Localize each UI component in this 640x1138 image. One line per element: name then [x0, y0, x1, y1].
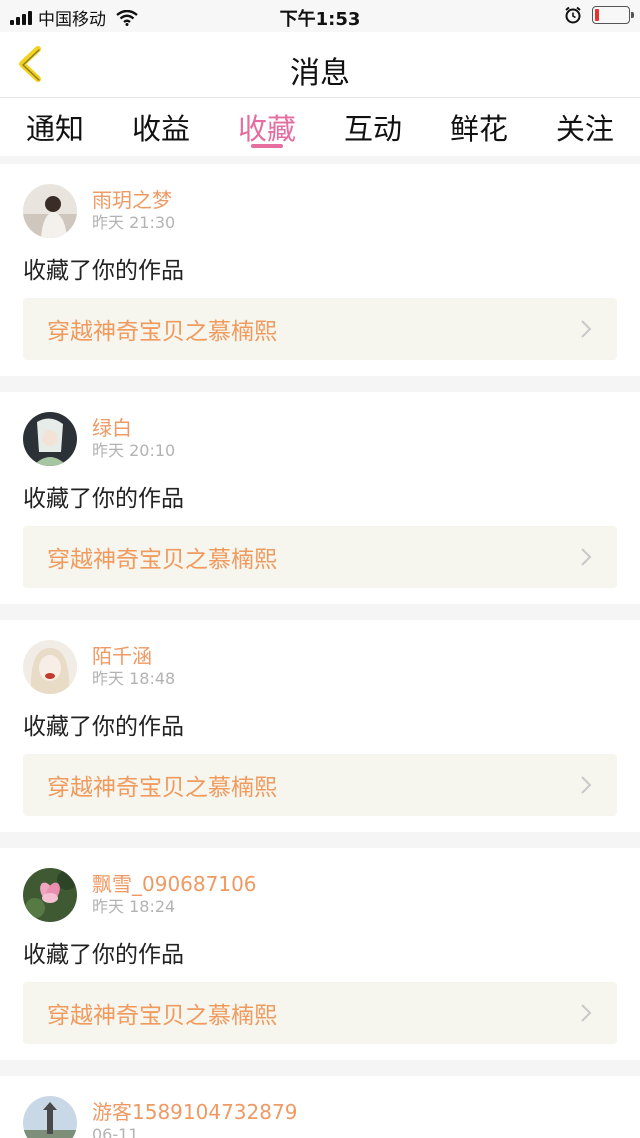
list-item: 飘雪_090687106 昨天 18:24 收藏了你的作品 穿越神奇宝贝之慕楠熙	[0, 848, 640, 1060]
tab-flowers[interactable]: 鲜花	[450, 98, 508, 156]
username[interactable]: 绿白	[92, 416, 175, 440]
username[interactable]: 雨玥之梦	[92, 188, 175, 212]
alarm-icon	[565, 6, 581, 24]
action-text: 收藏了你的作品	[23, 258, 184, 284]
chevron-right-icon	[581, 1004, 592, 1022]
battery-icon	[592, 6, 634, 24]
avatar[interactable]	[23, 868, 77, 922]
list-item: 游客1589104732879 06-11	[0, 1076, 640, 1138]
list-item: 雨玥之梦 昨天 21:30 收藏了你的作品 穿越神奇宝贝之慕楠熙	[0, 164, 640, 376]
chevron-right-icon	[581, 776, 592, 794]
work-link[interactable]: 穿越神奇宝贝之慕楠熙	[23, 298, 617, 360]
work-title: 穿越神奇宝贝之慕楠熙	[47, 547, 277, 573]
avatar[interactable]	[23, 412, 77, 466]
action-text: 收藏了你的作品	[23, 714, 184, 740]
chevron-right-icon	[581, 548, 592, 566]
timestamp: 昨天 21:30	[92, 213, 176, 232]
work-link[interactable]: 穿越神奇宝贝之慕楠熙	[23, 526, 617, 588]
username[interactable]: 陌千涵	[92, 644, 175, 668]
username[interactable]: 飘雪_090687106	[92, 872, 257, 896]
tab-follow[interactable]: 关注	[556, 98, 614, 156]
tab-interaction[interactable]: 互动	[344, 98, 402, 156]
list-item: 陌千涵 昨天 18:48 收藏了你的作品 穿越神奇宝贝之慕楠熙	[0, 620, 640, 832]
avatar[interactable]	[23, 640, 77, 694]
avatar[interactable]	[23, 1096, 77, 1138]
tab-favorites[interactable]: 收藏	[238, 98, 296, 156]
tab-notice[interactable]: 通知	[26, 98, 84, 156]
battery-level	[595, 9, 599, 21]
clock: 下午1:53	[279, 9, 361, 30]
work-title: 穿越神奇宝贝之慕楠熙	[47, 319, 277, 345]
message-list: 雨玥之梦 昨天 21:30 收藏了你的作品 穿越神奇宝贝之慕楠熙 绿白 昨天 2…	[0, 156, 640, 1138]
work-link[interactable]: 穿越神奇宝贝之慕楠熙	[23, 754, 617, 816]
timestamp: 06-11	[92, 1125, 139, 1138]
chevron-right-icon	[581, 320, 592, 338]
tab-bar: 通知 收益 收藏 互动 鲜花 关注	[0, 98, 640, 156]
timestamp: 昨天 20:10	[92, 441, 176, 460]
action-text: 收藏了你的作品	[23, 486, 184, 512]
nav-bar: 消息	[0, 32, 640, 98]
timestamp: 昨天 18:24	[92, 897, 176, 916]
work-title: 穿越神奇宝贝之慕楠熙	[47, 1003, 277, 1029]
page-title: 消息	[290, 56, 350, 91]
avatar[interactable]	[23, 184, 77, 238]
list-item: 绿白 昨天 20:10 收藏了你的作品 穿越神奇宝贝之慕楠熙	[0, 392, 640, 604]
username[interactable]: 游客1589104732879	[92, 1100, 297, 1124]
work-link[interactable]: 穿越神奇宝贝之慕楠熙	[23, 982, 617, 1044]
action-text: 收藏了你的作品	[23, 942, 184, 968]
work-title: 穿越神奇宝贝之慕楠熙	[47, 775, 277, 801]
timestamp: 昨天 18:48	[92, 669, 176, 688]
status-bar: 中国移动 下午1:53	[0, 0, 640, 32]
tab-income[interactable]: 收益	[132, 98, 190, 156]
